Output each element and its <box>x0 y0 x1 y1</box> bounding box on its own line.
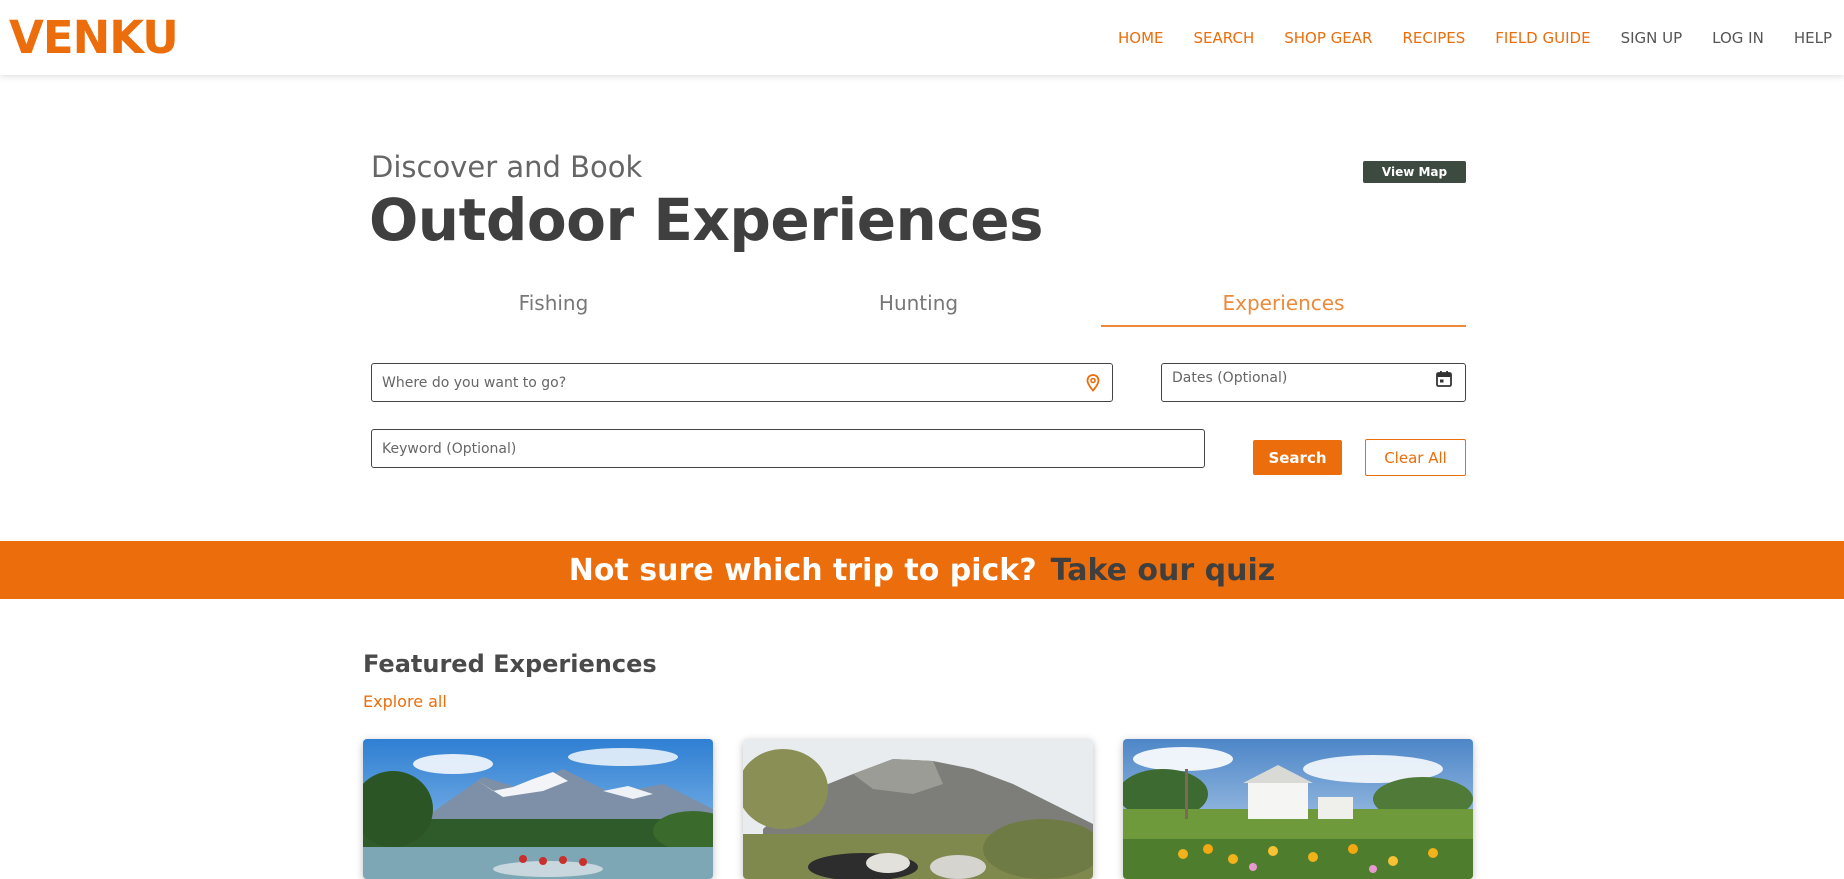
nav-field-guide[interactable]: FIELD GUIDE <box>1495 29 1590 47</box>
featured-title: Featured Experiences <box>363 650 657 678</box>
nav-search[interactable]: SEARCH <box>1194 29 1255 47</box>
keyword-input[interactable] <box>372 430 1204 467</box>
calendar-icon[interactable] <box>1435 370 1453 388</box>
take-quiz-link[interactable]: Take our quiz <box>1051 553 1276 588</box>
tab-hunting[interactable]: Hunting <box>736 285 1101 327</box>
clear-all-button[interactable]: Clear All <box>1365 439 1466 476</box>
nav-sign-up[interactable]: SIGN UP <box>1621 29 1683 47</box>
dates-input[interactable] <box>1162 364 1465 392</box>
explore-all-link[interactable]: Explore all <box>363 692 447 711</box>
category-tabs: Fishing Hunting Experiences <box>371 285 1466 327</box>
venku-logo[interactable]: VENKU <box>9 12 179 64</box>
search-button[interactable]: Search <box>1253 440 1342 475</box>
where-input[interactable] <box>372 364 1112 401</box>
keyword-field <box>371 429 1205 468</box>
site-header: VENKU HOME SEARCH SHOP GEAR RECIPES FIEL… <box>0 0 1844 75</box>
nav-log-in[interactable]: LOG IN <box>1712 29 1764 47</box>
quiz-banner: Not sure which trip to pick? Take our qu… <box>0 541 1844 599</box>
horseback-trail-image <box>743 739 1093 879</box>
farmhouse-wildflowers-image <box>1123 739 1473 879</box>
experience-card-horseback[interactable] <box>743 739 1093 879</box>
nav-shop-gear[interactable]: SHOP GEAR <box>1284 29 1372 47</box>
tab-fishing[interactable]: Fishing <box>371 285 736 327</box>
experience-card-farmhouse[interactable] <box>1123 739 1473 879</box>
where-field <box>371 363 1113 402</box>
quiz-question: Not sure which trip to pick? <box>568 552 1037 588</box>
hero-subtitle: Discover and Book <box>371 150 643 184</box>
dates-field <box>1161 363 1466 402</box>
river-rafting-image <box>363 739 713 879</box>
location-pin-icon[interactable] <box>1086 374 1100 392</box>
nav-recipes[interactable]: RECIPES <box>1402 29 1465 47</box>
view-map-button[interactable]: View Map <box>1363 161 1466 183</box>
nav-help[interactable]: HELP <box>1794 29 1832 47</box>
hero-title: Outdoor Experiences <box>369 186 1044 254</box>
nav-home[interactable]: HOME <box>1118 29 1164 47</box>
tab-experiences[interactable]: Experiences <box>1101 285 1466 327</box>
main-nav: HOME SEARCH SHOP GEAR RECIPES FIELD GUID… <box>1118 0 1832 75</box>
experience-card-rafting[interactable] <box>363 739 713 879</box>
